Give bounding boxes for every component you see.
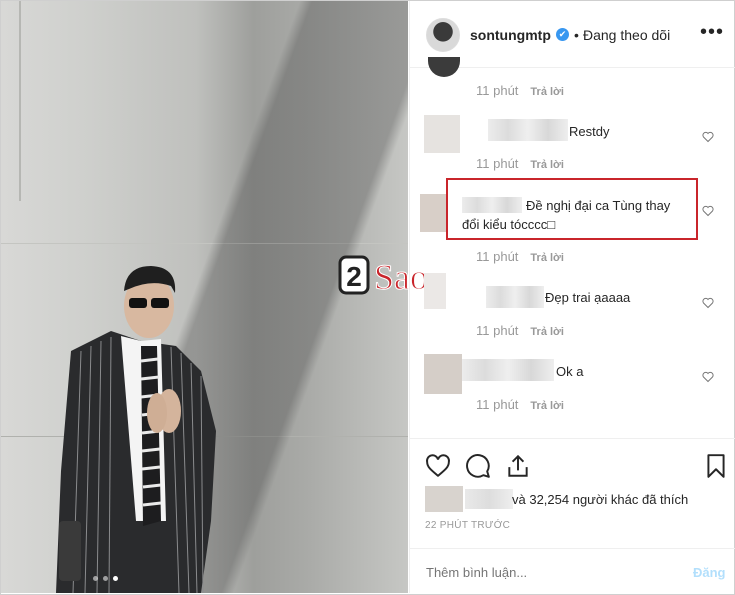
header-separator: • [574,27,579,43]
comment-icon[interactable] [465,453,491,479]
blurred-liker-name[interactable] [465,489,513,509]
comment-time[interactable]: 11 phút [476,156,518,171]
post-timestamp[interactable]: 22 PHÚT TRƯỚC [425,520,510,531]
like-comment-icon[interactable] [702,205,714,217]
comment-meta: 11 phút Trả lời [476,156,564,171]
comment-time[interactable]: 11 phút [476,83,518,98]
blurred-username[interactable] [488,119,568,141]
post-comment-button[interactable]: Đăng [693,565,726,580]
like-comment-icon[interactable] [702,131,714,143]
reply-button[interactable]: Trả lời [530,86,564,98]
more-options-icon[interactable]: ••• [700,21,724,44]
add-comment-bar: Đăng [410,548,735,594]
carousel-indicator [93,576,118,581]
comment-time[interactable]: 11 phút [476,323,518,338]
bookmark-icon[interactable] [703,453,729,479]
highlight-box [446,178,698,240]
heart-icon[interactable] [425,453,451,479]
author-avatar[interactable] [426,18,460,52]
comment-text: Restdy [569,124,610,139]
blurred-username[interactable] [486,286,544,308]
comment-avatar[interactable] [424,354,462,394]
like-comment-icon[interactable] [702,297,714,309]
comment-time[interactable]: 11 phút [476,397,518,412]
verified-icon: ✔ [556,28,569,41]
post-actions: và 32,254 người khác đã thích 22 PHÚT TR… [410,438,735,549]
reply-button[interactable]: Trả lời [530,159,564,171]
comment-meta: 11 phút Trả lời [476,397,564,412]
likes-count[interactable]: và 32,254 người khác đã thích [512,492,688,507]
blurred-username[interactable] [462,359,554,381]
comment-avatar[interactable] [424,115,460,153]
reply-button[interactable]: Trả lời [530,252,564,264]
comment-text: Đẹp trai ạaaaa [545,290,631,305]
comment-time[interactable]: 11 phút [476,249,518,264]
carousel-dot[interactable] [103,576,108,581]
liker-avatar[interactable] [425,486,463,512]
reply-button[interactable]: Trả lời [530,400,564,412]
comment-text: Ok a [556,364,584,379]
comment-avatar[interactable] [428,57,460,77]
comment-avatar[interactable] [420,194,448,232]
comment-avatar[interactable] [424,273,446,309]
watermark-number: 2 [346,261,362,292]
like-comment-icon[interactable] [702,371,714,383]
comment-input[interactable] [426,565,666,580]
author-username[interactable]: sontungmtp [470,27,551,43]
following-button[interactable]: Đang theo dõi [583,27,670,43]
comment-meta: 11 phút Trả lời [476,83,564,98]
comment-meta: 11 phút Trả lời [476,249,564,264]
reply-button[interactable]: Trả lời [530,326,564,338]
share-icon[interactable] [505,453,531,479]
post-sidebar: sontungmtp ✔ • Đang theo dõi ••• 11 phút… [409,1,735,593]
carousel-dot-active[interactable] [113,576,118,581]
carousel-dot[interactable] [93,576,98,581]
comment-meta: 11 phút Trả lời [476,323,564,338]
